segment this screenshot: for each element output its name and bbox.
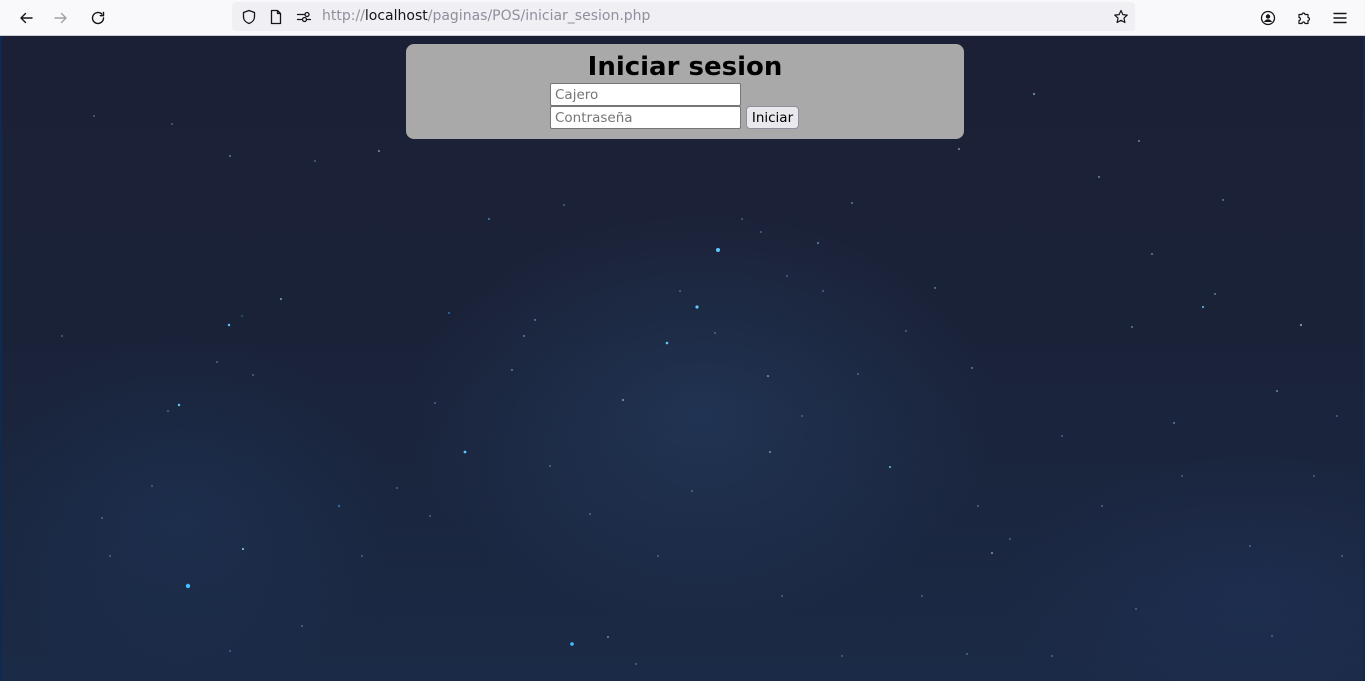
page-viewport: Iniciar sesion Iniciar (0, 36, 1365, 681)
login-title: Iniciar sesion (587, 52, 783, 82)
url-prefix: http:// (322, 8, 365, 24)
account-icon (1260, 10, 1276, 26)
page-icon[interactable] (267, 8, 284, 25)
url-path: /paginas/POS/iniciar_sesion.php (427, 8, 651, 24)
reload-icon (91, 11, 105, 25)
bookmark-star-button[interactable] (1112, 8, 1129, 25)
url-bar[interactable]: http://localhost/paginas/POS/iniciar_ses… (232, 2, 1135, 31)
back-button[interactable] (11, 3, 41, 33)
login-button[interactable]: Iniciar (746, 106, 799, 129)
password-input[interactable] (550, 106, 741, 129)
star-icon (1113, 9, 1128, 23)
account-button[interactable] (1253, 3, 1283, 33)
arrow-left-icon (20, 12, 33, 24)
reload-button[interactable] (83, 3, 113, 33)
arrow-right-icon (54, 12, 67, 24)
shield-icon[interactable] (240, 8, 257, 25)
puzzle-icon (1298, 12, 1311, 25)
hamburger-menu-icon (1333, 12, 1347, 24)
extensions-button[interactable] (1289, 3, 1319, 33)
cashier-input[interactable] (550, 83, 741, 106)
browser-toolbar: http://localhost/paginas/POS/iniciar_ses… (0, 0, 1365, 36)
forward-button[interactable] (46, 3, 76, 33)
permissions-icon[interactable] (295, 8, 312, 25)
menu-button[interactable] (1325, 3, 1355, 33)
url-text[interactable]: http://localhost/paginas/POS/iniciar_ses… (322, 8, 650, 24)
login-panel: Iniciar sesion Iniciar (406, 44, 964, 139)
url-host: localhost (364, 8, 428, 24)
